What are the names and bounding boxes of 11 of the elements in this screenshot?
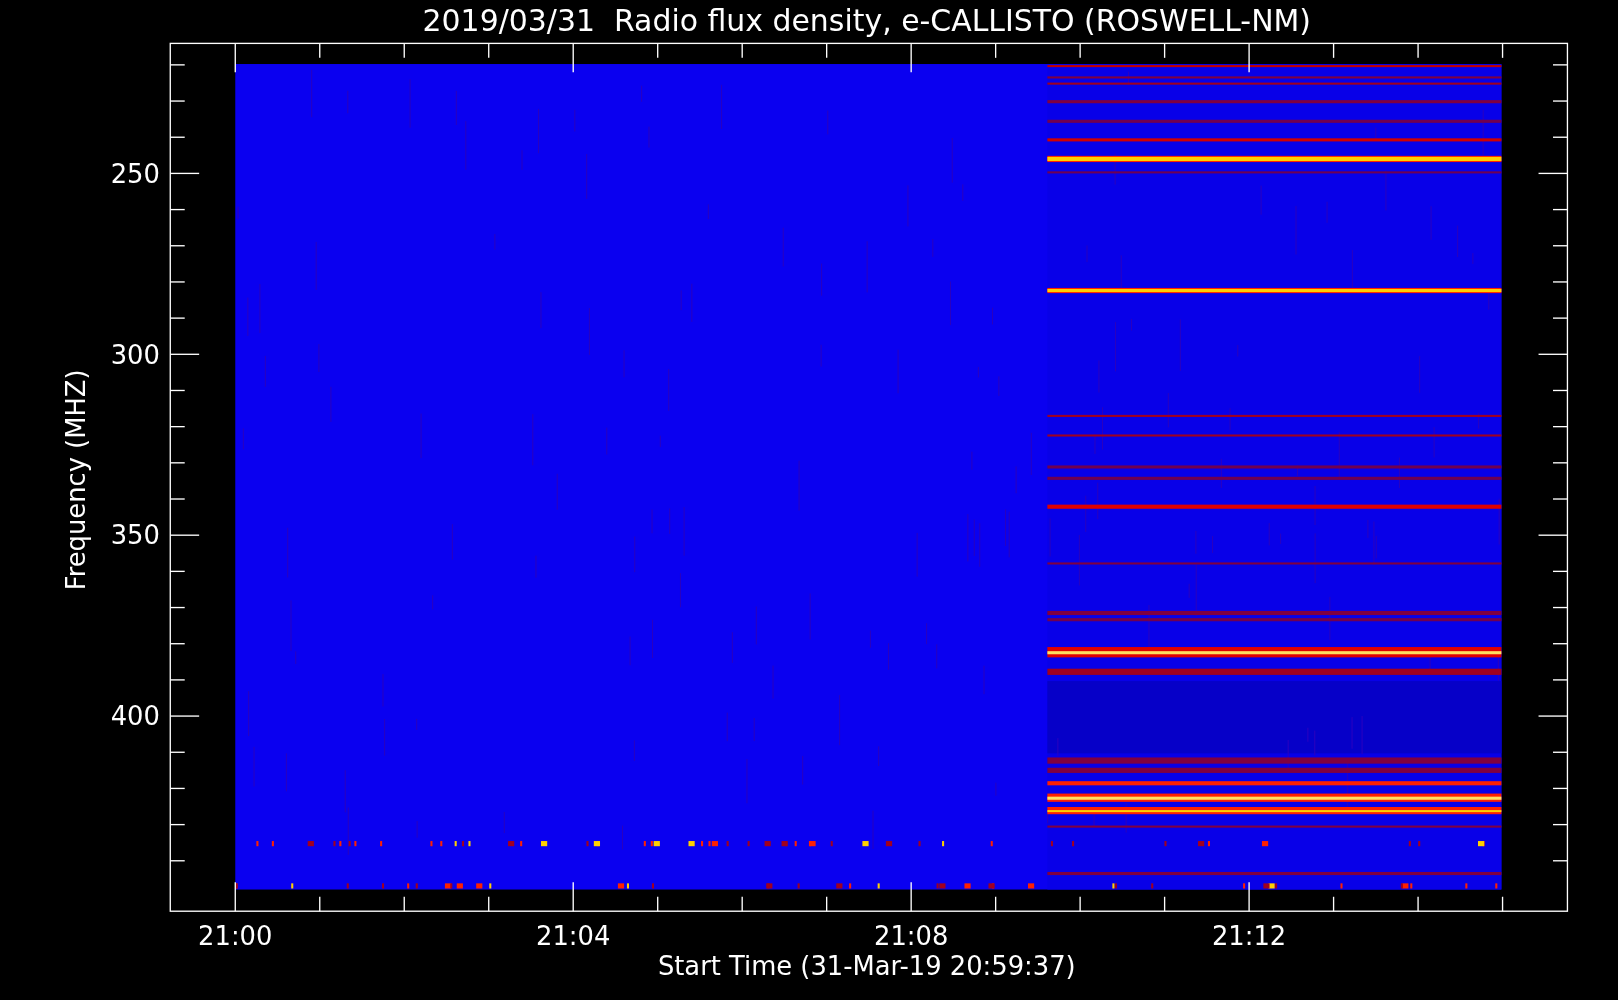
y-tick-label: 250 <box>110 158 160 189</box>
chart-title: 2019/03/31 Radio flux density, e-CALLISTO (ROSWELL-NM) <box>422 3 1311 38</box>
y-tick-label: 300 <box>110 339 160 370</box>
x-tick-label: 21:08 <box>874 921 949 952</box>
y-axis-label: Frequency (MHZ) <box>60 369 91 591</box>
x-tick-label: 21:00 <box>198 921 273 952</box>
y-tick-label: 400 <box>110 701 160 732</box>
x-axis-label: Start Time (31-Mar-19 20:59:37) <box>657 951 1076 982</box>
x-tick-label: 21:04 <box>536 921 611 952</box>
x-tick-label: 21:12 <box>1211 921 1287 952</box>
y-tick-label: 350 <box>110 520 160 551</box>
